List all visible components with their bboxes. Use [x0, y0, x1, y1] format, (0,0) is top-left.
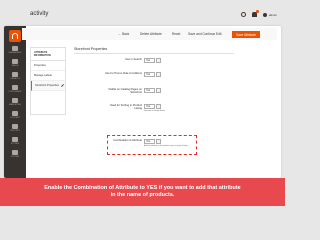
field-note: Depends on design theme [144, 110, 165, 112]
field-label: Visible on Catalog Pages on Storefront [108, 88, 142, 95]
delete-attribute-button[interactable]: Delete Attribute [140, 31, 162, 38]
sidebar-item-sales[interactable]: SALES [6, 59, 24, 71]
sidebar-item-catalog[interactable]: CATALOG [6, 72, 24, 84]
reports-icon [12, 124, 18, 129]
user-name: admin [268, 12, 277, 17]
sidebar-item-dashboard[interactable]: DASHBOARD [6, 46, 24, 58]
sorting-select[interactable]: Yes [144, 104, 161, 109]
banner-text: Enable the Combination of Attribute to Y… [44, 185, 241, 198]
cube-icon [12, 72, 18, 77]
sidebar-item-content[interactable]: CONTENT [6, 111, 24, 123]
form-title: Storefront Properties [74, 47, 234, 54]
customers-icon [12, 85, 18, 90]
field-label: Used for Sorting in Product Listing [109, 104, 142, 111]
header-actions: admin [240, 10, 277, 17]
user-menu[interactable]: admin [262, 12, 277, 17]
storefront-form: Storefront Properties Use in Search Yes … [74, 47, 270, 147]
save-attribute-button[interactable]: Save Attribute [232, 31, 260, 38]
highlight-box [107, 135, 197, 155]
sidebar-item-system[interactable]: SYSTEM [6, 150, 24, 162]
tab-manage-labels[interactable]: Manage Labels [31, 71, 65, 81]
field-label: Use in Search [125, 58, 142, 61]
sidebar-item-customers[interactable]: CUSTOMERS [6, 85, 24, 97]
visible-catalog-select[interactable]: Yes [144, 88, 161, 93]
sidebar-item-marketing[interactable]: MARKETING [6, 98, 24, 110]
store-icon [12, 137, 18, 142]
dashboard-icon [12, 46, 18, 51]
field-label: Use for Promo Rule Conditions [104, 72, 142, 75]
instruction-banner: Enable the Combination of Attribute to Y… [0, 178, 285, 206]
content-icon [12, 111, 18, 116]
promo-rule-select[interactable]: Yes [144, 72, 161, 77]
sidebar-item-reports[interactable]: REPORTS [6, 124, 24, 136]
sidebar: DASHBOARD SALES CATALOG CUSTOMERS MARKET… [4, 26, 26, 178]
sidebar-item-stores[interactable]: STORES [6, 137, 24, 149]
use-in-search-select[interactable]: Yes [144, 58, 161, 63]
back-button[interactable]: ← Back [118, 31, 129, 38]
notification-bell-icon[interactable] [251, 10, 259, 17]
megaphone-icon [12, 98, 18, 103]
gear-icon [12, 150, 18, 155]
tab-storefront-properties[interactable]: Storefront Properties [31, 81, 65, 91]
dollar-icon [12, 59, 18, 64]
search-icon[interactable] [240, 12, 246, 17]
edit-icon [61, 83, 64, 87]
tabs-header: ATTRIBUTE INFORMATION [31, 48, 65, 61]
page-title: activity [30, 11, 49, 17]
tab-storefront-label: Storefront Properties [35, 84, 59, 87]
tab-properties[interactable]: Properties [31, 61, 65, 71]
magento-logo-icon[interactable] [9, 30, 21, 42]
tabs-panel: ATTRIBUTE INFORMATION Properties Manage … [30, 47, 66, 115]
reset-button[interactable]: Reset [172, 31, 180, 38]
user-icon [262, 12, 267, 17]
save-continue-button[interactable]: Save and Continue Edit [188, 31, 222, 38]
